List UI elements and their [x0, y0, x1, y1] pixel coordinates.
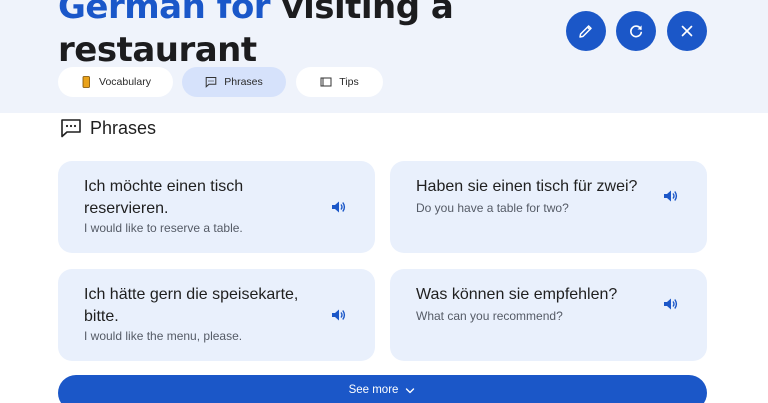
- section-title: Phrases: [90, 117, 157, 138]
- phrase-translation: Do you have a table for two?: [416, 201, 569, 215]
- tab-label-tips: Tips: [339, 76, 359, 88]
- chat-bubble-icon: [61, 119, 81, 138]
- see-more-button[interactable]: See more: [58, 375, 707, 403]
- phrase-translation: I would like to reserve a table.: [84, 221, 243, 235]
- speaker-icon[interactable]: [662, 296, 678, 312]
- edit-button[interactable]: [566, 11, 606, 51]
- tab-vocabulary[interactable]: Vocabulary: [58, 67, 173, 97]
- phrase-text: Haben sie einen tisch für zwei?: [416, 178, 638, 195]
- refresh-icon: [630, 25, 643, 38]
- phrase-card[interactable]: Ich möchte einen tisch reservieren. I wo…: [58, 161, 375, 253]
- chevron-down-icon: [406, 388, 415, 394]
- phrase-card[interactable]: Was können sie empfehlen? What can you r…: [390, 269, 707, 361]
- phrase-card[interactable]: Ich hätte gern die speisekarte, bitte. I…: [58, 269, 375, 361]
- phrase-text: Ich hätte gern die speisekarte, bitte.: [84, 286, 299, 325]
- tab-phrases[interactable]: Phrases: [182, 67, 286, 97]
- phrase-text: Was können sie empfehlen?: [416, 286, 618, 303]
- tab-tips[interactable]: Tips: [296, 67, 383, 97]
- speaker-icon[interactable]: [330, 307, 346, 323]
- close-icon: [681, 25, 693, 37]
- tips-icon: [320, 77, 332, 87]
- see-more-label: See more: [348, 384, 399, 396]
- pencil-icon: [579, 25, 592, 38]
- speaker-icon[interactable]: [662, 188, 678, 204]
- page-title: German for visiting a restaurant: [58, 0, 528, 72]
- phrase-translation: I would like the menu, please.: [84, 329, 243, 343]
- tab-label-vocabulary: Vocabulary: [99, 76, 151, 88]
- tab-label-phrases: Phrases: [224, 76, 263, 88]
- phrase-translation: What can you recommend?: [416, 309, 563, 323]
- speaker-icon[interactable]: [330, 199, 346, 215]
- phrase-card[interactable]: Haben sie einen tisch für zwei? Do you h…: [390, 161, 707, 253]
- title-accent: German for: [58, 0, 271, 27]
- chat-icon: [205, 77, 217, 88]
- refresh-button[interactable]: [616, 11, 656, 51]
- phrase-text: Ich möchte einen tisch reservieren.: [84, 178, 244, 217]
- book-icon: [82, 76, 90, 88]
- close-button[interactable]: [667, 11, 707, 51]
- section-header: Phrases: [60, 117, 156, 139]
